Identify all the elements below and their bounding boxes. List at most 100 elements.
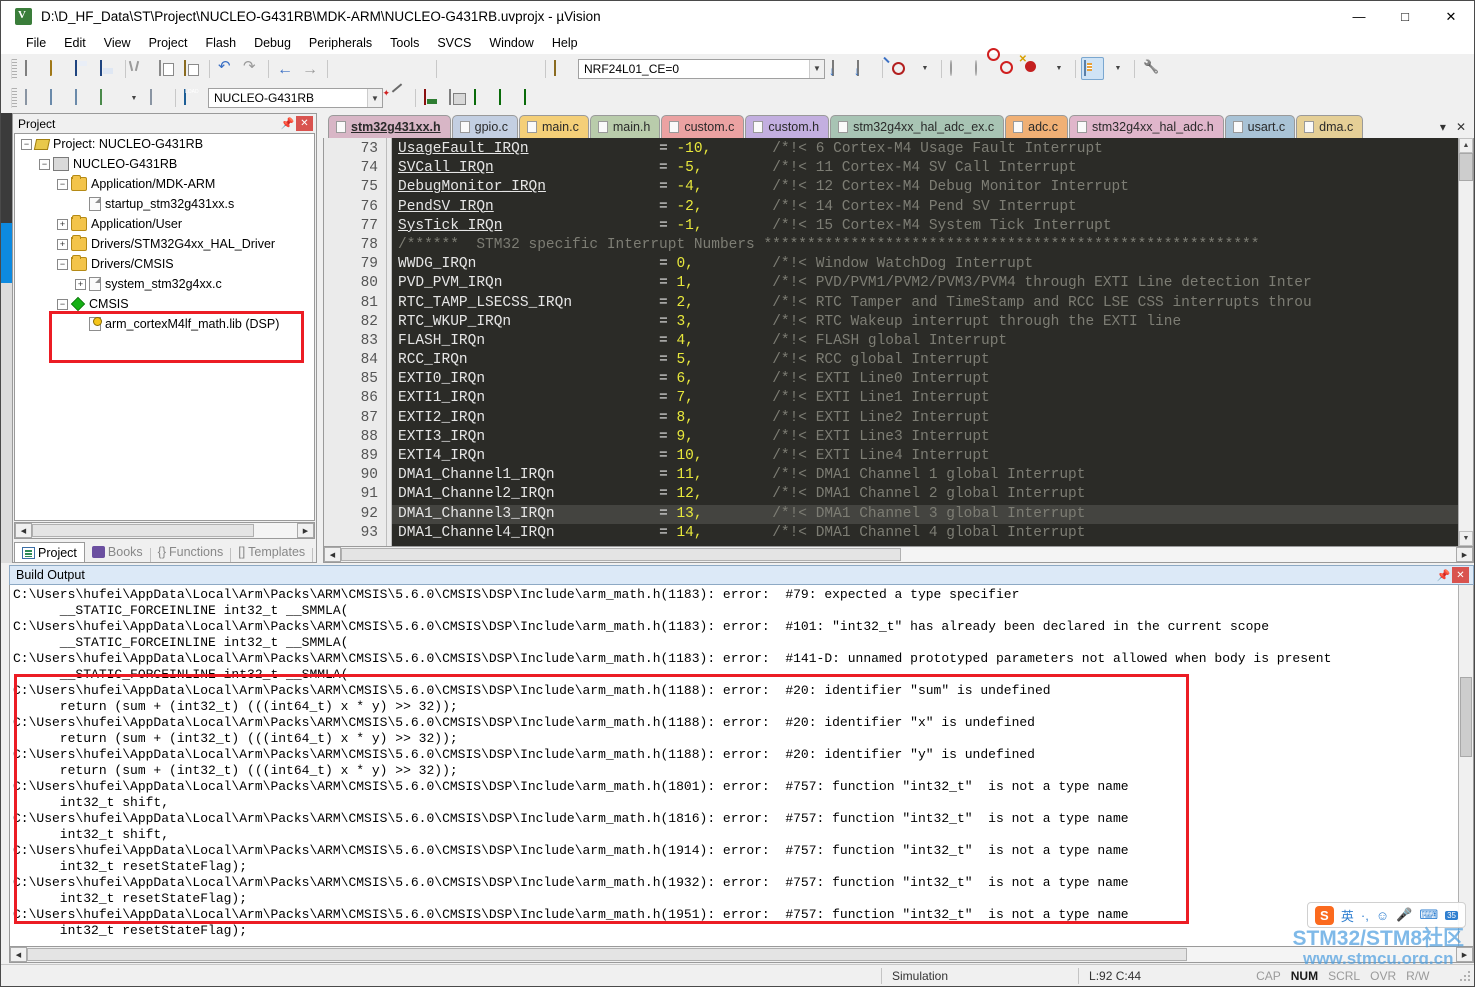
scroll-left-arrow-icon[interactable]: ◀ [10, 947, 27, 962]
download-button[interactable] [181, 87, 204, 110]
editor-tab[interactable]: main.h [589, 115, 661, 138]
editor-tab[interactable]: dma.c [1296, 115, 1364, 138]
disable-all-breakpoints-button[interactable] [1022, 57, 1045, 80]
pin-icon[interactable]: 📌 [279, 116, 296, 131]
prev-bookmark-button[interactable] [358, 57, 381, 80]
target-combo[interactable]: NRF24L01_CE=0 ▼ [578, 58, 825, 79]
scroll-right-arrow-icon[interactable]: ▶ [297, 523, 314, 538]
build-output-line[interactable]: C:\Users\hufei\AppData\Local\Arm\Packs\A… [13, 875, 1473, 891]
build-output-line[interactable]: C:\Users\hufei\AppData\Local\Arm\Packs\A… [13, 779, 1473, 795]
tab-overflow-icon[interactable]: ▾ [1440, 120, 1446, 134]
copy-button[interactable] [156, 57, 179, 80]
tree-item[interactable]: − Project: NUCLEO-G431RB [15, 134, 314, 154]
editor-tab[interactable]: usart.c [1224, 115, 1296, 138]
tree-item[interactable]: − Drivers/CMSIS [15, 254, 314, 274]
expand-icon[interactable]: + [57, 238, 68, 250]
paste-button[interactable] [181, 57, 204, 80]
menu-view[interactable]: View [95, 34, 140, 52]
editor-tab[interactable]: adc.c [1005, 115, 1069, 138]
scroll-right-arrow-icon[interactable]: ▶ [1456, 947, 1473, 962]
configure-toolbox-icon[interactable] [551, 57, 574, 80]
code-line[interactable]: FLASH_IRQn = 4, /*!< FLASH global Interr… [392, 332, 1458, 351]
comment-button[interactable] [492, 57, 515, 80]
build-output-line[interactable]: int32_t shift, [13, 795, 1473, 811]
build-output-line[interactable]: __STATIC_FORCEINLINE int32_t __SMMLA( [13, 635, 1473, 651]
editor-vscrollbar[interactable]: ▲ ▼ [1458, 138, 1473, 546]
vscroll-thumb[interactable] [1459, 153, 1473, 181]
tab-close-icon[interactable]: ✕ [1456, 120, 1466, 134]
clear-bookmarks-button[interactable] [408, 57, 431, 80]
cut-button[interactable] [131, 57, 154, 80]
collapse-icon[interactable]: − [21, 138, 32, 150]
find-in-files-button[interactable] [888, 57, 911, 80]
code-line[interactable]: DMA1_Channel3_IRQn = 13, /*!< DMA1 Chann… [392, 504, 1458, 524]
code-line[interactable]: SVCall_IRQn = -5, /*!< 11 Cortex-M4 SV C… [392, 159, 1458, 178]
ime-mode-icon[interactable]: 英 [1341, 906, 1354, 925]
editor-tab[interactable]: stm32g4xx_hal_adc.h [1069, 115, 1224, 138]
hscroll-thumb[interactable] [32, 524, 254, 537]
hscroll-track[interactable] [1187, 947, 1456, 962]
code-line[interactable]: EXTI4_IRQn = 10, /*!< EXTI Line4 Interru… [392, 447, 1458, 466]
tree-item[interactable]: − CMSIS [15, 294, 314, 314]
tree-item[interactable]: + system_stm32g4xx.c [15, 274, 314, 294]
scroll-left-arrow-icon[interactable]: ◀ [324, 547, 341, 562]
resize-grip[interactable] [1459, 969, 1471, 982]
ime-punctuation-icon[interactable]: ·, [1361, 908, 1369, 923]
chevron-down-icon[interactable]: ▼ [809, 59, 824, 78]
find-dropdown-icon[interactable]: ▼ [913, 57, 936, 80]
collapse-icon[interactable]: − [39, 158, 50, 170]
file-details-button[interactable] [829, 57, 852, 80]
outdent-button[interactable] [467, 57, 490, 80]
editor-hscrollbar[interactable]: ◀ ▶ [323, 547, 1474, 563]
code-line[interactable]: DMA1_Channel4_IRQn = 14, /*!< DMA1 Chann… [392, 524, 1458, 543]
build-output-line[interactable]: C:\Users\hufei\AppData\Local\Arm\Packs\A… [13, 683, 1473, 699]
manage-windows-button[interactable] [1081, 57, 1104, 80]
tree-item[interactable]: startup_stm32g431xx.s [15, 194, 314, 214]
windows-dropdown-icon[interactable]: ▼ [1106, 57, 1129, 80]
ime-emoji-icon[interactable]: ☺ [1376, 908, 1389, 923]
vscroll-thumb[interactable] [1460, 677, 1472, 757]
editor-body[interactable]: 73 74 75 76 77 78 79 80 81 82 83 84 85 86 87 88 89 90 91 92… [323, 138, 1474, 547]
code-line[interactable]: EXTI3_IRQn = 9, /*!< EXTI Line3 Interrup… [392, 428, 1458, 447]
scroll-down-arrow-icon[interactable]: ▼ [1459, 531, 1473, 546]
build-output-line[interactable]: int32_t shift, [13, 827, 1473, 843]
rebuild-all-button[interactable] [72, 87, 95, 110]
editor-tab[interactable]: stm32g431xx.h [328, 115, 451, 138]
code-line[interactable]: RTC_WKUP_IRQn = 3, /*!< RTC Wakeup inter… [392, 313, 1458, 332]
stop-build-button[interactable] [147, 87, 170, 110]
next-bookmark-button[interactable] [383, 57, 406, 80]
collapse-icon[interactable]: − [57, 178, 68, 190]
tree-item[interactable]: − NUCLEO-G431RB [15, 154, 314, 174]
manage-project-items-button[interactable] [446, 87, 469, 110]
expand-icon[interactable]: + [75, 278, 86, 290]
tree-item[interactable]: − Application/MDK-ARM [15, 174, 314, 194]
scroll-up-arrow-icon[interactable]: ▲ [1459, 138, 1473, 153]
code-text-area[interactable]: UsageFault_IRQn = -10, /*!< 6 Cortex-M4 … [392, 138, 1458, 546]
build-target-button[interactable] [47, 87, 70, 110]
toolbar-grip[interactable] [11, 58, 17, 79]
code-line[interactable]: PendSV_IRQn = -2, /*!< 14 Cortex-M4 Pend… [392, 198, 1458, 217]
tab-project[interactable]: Project [14, 542, 85, 562]
build-output-line[interactable]: return (sum + (int32_t) (((int64_t) x * … [13, 731, 1473, 747]
menu-window[interactable]: Window [480, 34, 542, 52]
scroll-right-arrow-icon[interactable]: ▶ [1456, 547, 1473, 562]
hscroll-track[interactable] [901, 547, 1456, 562]
menu-tools[interactable]: Tools [381, 34, 428, 52]
code-line[interactable]: DMA1_Channel1_IRQn = 11, /*!< DMA1 Chann… [392, 466, 1458, 485]
new-file-button[interactable] [22, 57, 45, 80]
editor-tab[interactable]: custom.c [661, 115, 745, 138]
build-output-line[interactable]: __STATIC_FORCEINLINE int32_t __SMMLA( [13, 603, 1473, 619]
code-line[interactable]: EXTI2_IRQn = 8, /*!< EXTI Line2 Interrup… [392, 409, 1458, 428]
project-target-combo[interactable]: NUCLEO-G431RB ▼ [208, 88, 383, 108]
menu-debug[interactable]: Debug [245, 34, 300, 52]
ime-badge[interactable]: 35 [1445, 910, 1458, 920]
expand-icon[interactable]: + [57, 218, 68, 230]
indent-button[interactable] [442, 57, 465, 80]
breakpoint-dropdown-icon[interactable]: ▼ [1047, 57, 1070, 80]
code-line[interactable]: RTC_TAMP_LSECSS_IRQn = 2, /*!< RTC Tampe… [392, 294, 1458, 313]
configure-options-button[interactable] [1140, 57, 1163, 80]
build-output-line[interactable]: C:\Users\hufei\AppData\Local\Arm\Packs\A… [13, 843, 1473, 859]
code-line[interactable]: /****** STM32 specific Interrupt Numbers… [392, 236, 1458, 255]
menu-file[interactable]: File [17, 34, 55, 52]
editor-tab[interactable]: custom.h [745, 115, 830, 138]
